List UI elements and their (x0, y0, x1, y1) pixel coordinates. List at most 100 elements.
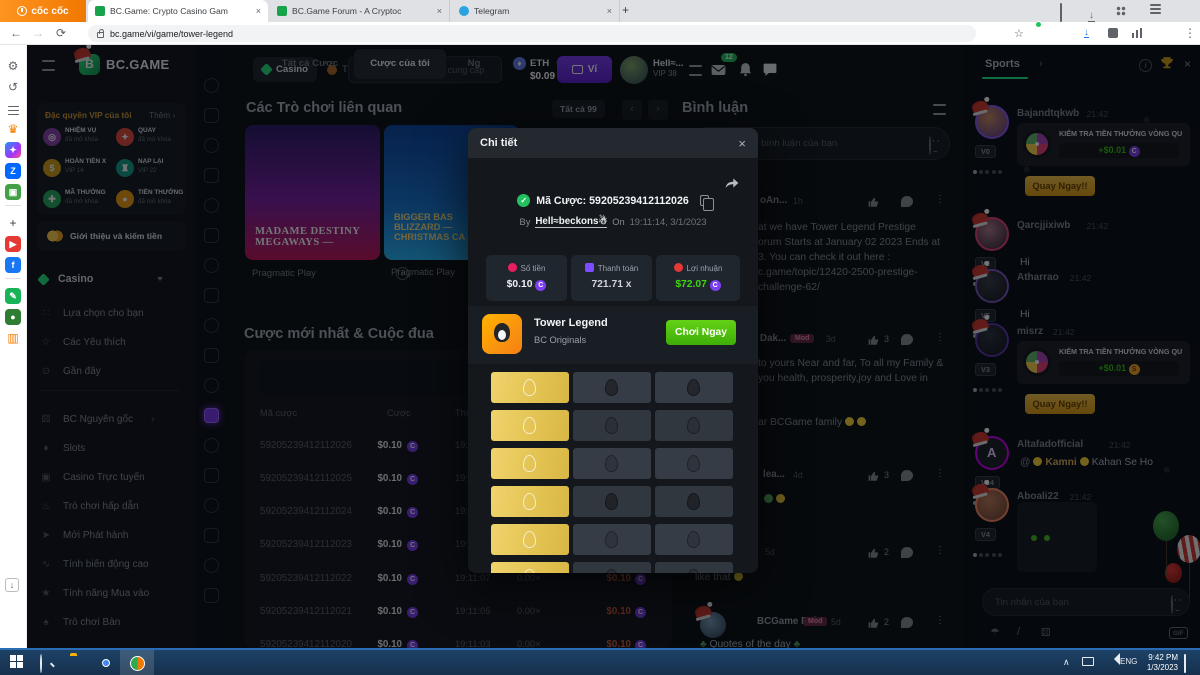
browser-tab[interactable]: BC.Game Forum - A Cryptoc × (270, 0, 450, 22)
on-label: On (612, 217, 624, 227)
url-bar[interactable]: bc.game/vi/game/tower-legend (88, 25, 976, 42)
hand-coin-icon (674, 263, 683, 272)
stat-payout-label: Thanh toán (571, 263, 652, 273)
tower-tile-r6c1[interactable] (491, 562, 569, 573)
play-now-button[interactable]: Chơi Ngay (666, 320, 736, 345)
new-tab-button[interactable]: + (622, 3, 629, 17)
tower-tile-r2c2[interactable] (573, 410, 651, 441)
stat-profit: Lợi nhuận $72.07 C (656, 255, 740, 301)
facebook-icon[interactable]: f (5, 257, 21, 273)
crown-icon[interactable]: ♛ (5, 121, 21, 137)
sports-news-icon[interactable]: ● (5, 309, 21, 325)
stat-amount: Số tiền $0.10 C (486, 255, 567, 301)
settings-icon[interactable]: ⚙ (5, 58, 21, 74)
egg-icon (687, 531, 700, 548)
tower-tile-r3c3[interactable] (655, 448, 733, 479)
tower-tile-r1c2[interactable] (573, 372, 651, 403)
youtube-icon[interactable]: ▶ (5, 236, 21, 252)
share-icon[interactable] (724, 176, 740, 195)
verified-check-icon: ✓ (517, 194, 530, 207)
menu-icon[interactable] (1150, 3, 1161, 10)
modal-title: Chi tiết (480, 137, 517, 149)
tower-tile-r4c3[interactable] (655, 486, 733, 517)
tab-close-icon[interactable]: × (256, 6, 261, 16)
tower-legend-icon[interactable] (482, 314, 522, 354)
stat-payout: Thanh toán 721.71 x (571, 255, 652, 301)
bookmark-star-icon[interactable]: ☆ (1014, 27, 1024, 40)
extensions-icon[interactable] (1108, 28, 1118, 38)
stats-icon[interactable] (1132, 28, 1142, 38)
add-sidebar-icon[interactable]: + (5, 215, 21, 231)
apps-icon[interactable] (1116, 4, 1126, 16)
download-tray-icon[interactable]: ↓ (5, 578, 19, 592)
bet-username[interactable]: Hell≈beckons☃ (535, 216, 607, 228)
coccoc-sidebar: ⚙ ↺ ♛ ✦ Z ▣ + ▶ f ✎ ● ▥ ↓ (0, 45, 27, 648)
newsfeed-glyph (8, 110, 19, 112)
tab-close-icon[interactable]: × (437, 6, 442, 16)
egg-icon (523, 379, 536, 396)
messenger-icon[interactable]: ✦ (5, 142, 21, 158)
taskbar-time: 9:42 PM (1147, 653, 1178, 663)
browser-tab-bar: cốc cốc BC.Game: Crypto Casino Gam ×BC.G… (0, 0, 1200, 22)
games-icon[interactable]: ▣ (5, 184, 21, 200)
bet-datetime: 19:11:14, 3/1/2023 (630, 217, 707, 227)
modal-close-icon[interactable]: × (738, 136, 746, 151)
tower-tile-r6c3[interactable] (655, 562, 733, 573)
bet-detail-modal: Chi tiết × ✓ Mã Cược: 59205239412112026 … (468, 128, 758, 573)
start-button[interactable] (10, 655, 23, 668)
coin-icon: C (535, 280, 546, 291)
tower-tile-r2c1[interactable] (491, 410, 569, 441)
modal-game-title: Tower Legend (534, 317, 608, 329)
network-icon[interactable] (1082, 657, 1094, 666)
language-indicator[interactable]: ENG (1120, 657, 1137, 666)
notes-icon[interactable]: ✎ (5, 288, 21, 304)
reload-icon[interactable]: ⟳ (56, 22, 66, 45)
bcgame-page: B BC.GAME Đặc quyền VIP của tôi Thêm › ◎… (27, 45, 1200, 648)
taskbar-date: 1/3/2023 (1147, 663, 1178, 673)
tower-tile-r4c1[interactable] (491, 486, 569, 517)
tower-tile-r5c2[interactable] (573, 524, 651, 555)
tower-tile-r5c3[interactable] (655, 524, 733, 555)
tray-chevron-icon[interactable]: ∧ (1063, 657, 1070, 668)
back-icon[interactable]: ← (10, 22, 22, 45)
bcgame-favicon (95, 6, 105, 16)
tower-tile-r1c1[interactable] (491, 372, 569, 403)
sidebar-divider (5, 278, 21, 279)
zalo-icon[interactable]: Z (5, 163, 21, 179)
modal-header: Chi tiết × (468, 128, 758, 158)
browser-logo[interactable]: cốc cốc (0, 0, 86, 22)
egg-icon (605, 493, 618, 510)
cast-icon[interactable] (1060, 4, 1062, 22)
tab-close-icon[interactable]: × (607, 6, 612, 16)
download-manager-icon[interactable]: ↓ (1084, 28, 1089, 38)
history-icon[interactable]: ↺ (5, 79, 21, 95)
browser-tab[interactable]: BC.Game: Crypto Casino Gam × (88, 0, 268, 22)
tower-tile-r2c3[interactable] (655, 410, 733, 441)
tower-tile-r1c3[interactable] (655, 372, 733, 403)
egg-icon (687, 455, 700, 472)
coccoc-taskbar-slot[interactable] (120, 650, 154, 675)
download-icon[interactable]: ↓ (1088, 5, 1095, 23)
tower-tile-r5c1[interactable] (491, 524, 569, 555)
forward-icon[interactable]: → (32, 22, 44, 45)
stat-profit-value: $72.07 C (656, 279, 740, 291)
action-center-icon[interactable] (1184, 654, 1186, 673)
shop-icon[interactable]: ▥ (5, 330, 21, 346)
taskbar-search-icon[interactable] (40, 654, 42, 673)
tower-tile-r4c2[interactable] (573, 486, 651, 517)
stat-profit-label: Lợi nhuận (656, 263, 740, 273)
tower-tile-r3c2[interactable] (573, 448, 651, 479)
egg-icon (687, 493, 700, 510)
egg-icon (687, 379, 700, 396)
browser-tab[interactable]: Telegram × (452, 0, 620, 22)
tab-title: BC.Game: Crypto Casino Gam (110, 6, 251, 16)
tower-tile-r3c1[interactable] (491, 448, 569, 479)
copy-icon[interactable] (700, 195, 709, 206)
browser-menu-icon[interactable]: ⋮ (1184, 22, 1196, 45)
tower-tile-r6c2[interactable] (573, 562, 651, 573)
apps-glyph (1116, 6, 1126, 16)
url-text: bc.game/vi/game/tower-legend (110, 29, 233, 39)
coccoc-icon (130, 656, 145, 671)
newsfeed-icon[interactable] (5, 100, 21, 116)
taskbar-clock[interactable]: 9:42 PM 1/3/2023 (1147, 653, 1178, 673)
